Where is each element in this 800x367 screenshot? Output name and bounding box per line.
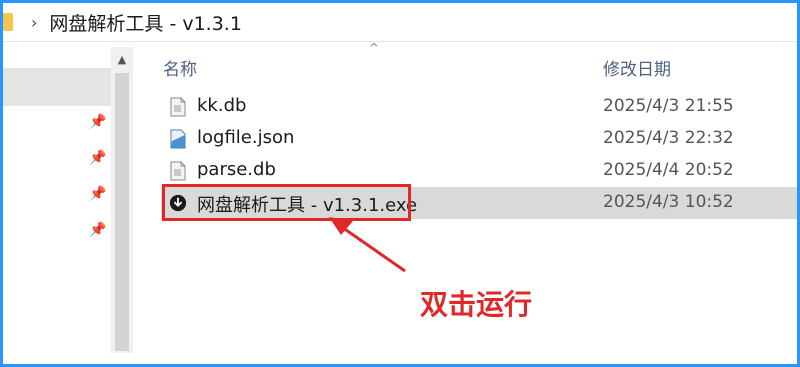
breadcrumb-path[interactable]: 网盘解析工具 - v1.3.1 (49, 9, 242, 36)
file-name: kk.db (197, 95, 247, 116)
highlight-box (162, 184, 411, 221)
pin-icon[interactable]: 📌 (89, 222, 106, 238)
folder-icon (3, 13, 13, 31)
file-modified: 2025/4/3 21:55 (603, 96, 734, 116)
file-name: logfile.json (197, 127, 295, 148)
file-row[interactable]: logfile.json 2025/4/3 22:32 (161, 123, 797, 155)
column-header-modified[interactable]: 修改日期 (603, 55, 671, 80)
nav-scrollbar[interactable]: ▲ (111, 47, 133, 353)
file-modified: 2025/4/3 22:32 (603, 128, 734, 148)
pin-icon[interactable]: 📌 (89, 186, 106, 202)
db-file-icon (170, 97, 186, 117)
db-file-icon (170, 161, 186, 181)
nav-selected-item[interactable] (3, 68, 111, 106)
scroll-up-icon[interactable]: ▲ (111, 53, 133, 66)
navigation-pane: 📌 📌 📌 📌 (3, 42, 111, 364)
chevron-right-icon[interactable]: › (31, 13, 37, 32)
json-file-icon (170, 129, 186, 149)
scrollbar-thumb[interactable] (115, 73, 129, 351)
file-row[interactable]: parse.db 2025/4/4 20:52 (161, 155, 797, 187)
file-modified: 2025/4/4 20:52 (603, 160, 734, 180)
pin-icon[interactable]: 📌 (89, 150, 106, 166)
file-name: parse.db (197, 159, 276, 180)
file-row[interactable]: kk.db 2025/4/3 21:55 (161, 91, 797, 123)
explorer-window: › 网盘解析工具 - v1.3.1 📌 📌 📌 📌 ▲ ^ 名称 修改日期 kk… (0, 0, 800, 367)
address-bar[interactable]: › 网盘解析工具 - v1.3.1 (3, 3, 797, 42)
column-header-name[interactable]: 名称 (163, 55, 197, 80)
file-modified: 2025/4/3 10:52 (603, 192, 734, 212)
pin-icon[interactable]: 📌 (89, 114, 106, 130)
sort-ascending-icon: ^ (369, 41, 380, 55)
annotation-label: 双击运行 (420, 288, 533, 321)
